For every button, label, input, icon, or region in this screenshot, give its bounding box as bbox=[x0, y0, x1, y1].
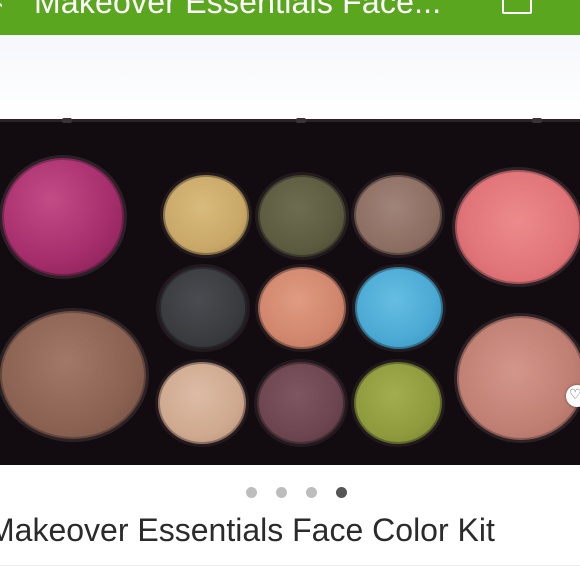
palette-hinge bbox=[296, 118, 306, 123]
carousel-dot-4[interactable] bbox=[336, 487, 347, 498]
pan-shadow-nude bbox=[158, 362, 246, 444]
divider bbox=[0, 565, 580, 566]
back-arrow-icon[interactable]: ‹ bbox=[0, 0, 4, 16]
pan-shadow-coral bbox=[258, 267, 346, 349]
pan-lip-magenta bbox=[2, 158, 124, 276]
header-title: Makeover Essentials Face... bbox=[34, 0, 442, 20]
palette-hinge bbox=[62, 118, 72, 123]
pan-shadow-plum bbox=[257, 362, 345, 444]
heart-icon: ♡ bbox=[569, 387, 580, 403]
pan-shadow-taupe bbox=[354, 175, 442, 255]
carousel-indicator bbox=[0, 487, 580, 499]
pan-shadow-turquoise bbox=[355, 267, 443, 349]
product-title: Makeover Essentials Face Color Kit bbox=[0, 512, 495, 548]
carousel-dot-3[interactable] bbox=[306, 487, 317, 498]
pan-blush-peach bbox=[457, 316, 580, 440]
carousel-dot-1[interactable] bbox=[246, 487, 257, 498]
app-header: ‹ Makeover Essentials Face... bbox=[0, 0, 580, 35]
product-image[interactable]: ♡ bbox=[0, 35, 580, 465]
pan-shadow-charcoal bbox=[159, 267, 247, 349]
pan-shadow-olive bbox=[258, 175, 346, 257]
pan-blush-pink bbox=[455, 170, 580, 284]
palette-hinge bbox=[532, 118, 542, 123]
cart-icon[interactable] bbox=[502, 0, 532, 14]
eyeshadow-palette bbox=[0, 118, 580, 465]
pan-shadow-gold bbox=[163, 175, 249, 255]
pan-bronzer bbox=[0, 311, 146, 439]
pan-shadow-lime bbox=[354, 362, 442, 444]
carousel-dot-2[interactable] bbox=[276, 487, 287, 498]
